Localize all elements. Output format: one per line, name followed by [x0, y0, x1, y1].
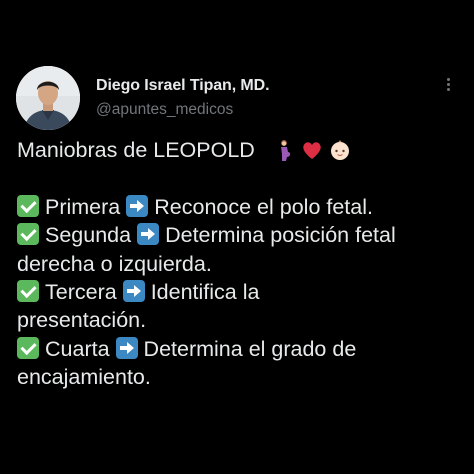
check-mark-icon	[17, 223, 39, 246]
right-arrow-icon	[122, 280, 145, 303]
item-text: Identifica la	[150, 280, 260, 305]
pregnant-woman-icon	[280, 140, 290, 161]
item-text: Determina el grado de	[143, 336, 357, 361]
item-label: Primera	[45, 194, 121, 219]
avatar-photo	[16, 66, 80, 130]
list-item: Segunda Determina posición fetal	[17, 221, 467, 249]
avatar[interactable]	[16, 66, 80, 130]
red-heart-icon	[303, 142, 321, 159]
item-text: Reconoce el polo fetal.	[154, 194, 373, 219]
tweet-body: Maniobras de LEOPOLD Primera Reconoce el …	[17, 136, 467, 392]
item-label: Tercera	[45, 280, 117, 305]
item-text-continuation: presentación.	[17, 308, 147, 333]
right-arrow-icon	[137, 223, 160, 246]
list-item: Tercera Identifica la	[17, 278, 467, 306]
tweet-title: Maniobras de LEOPOLD	[17, 138, 255, 162]
item-text-continuation: derecha o izquierda.	[17, 251, 212, 276]
right-arrow-icon	[126, 194, 149, 217]
tweet-card: Diego Israel Tipan, MD. @apuntes_medicos…	[0, 0, 474, 474]
author-handle[interactable]: @apuntes_medicos	[96, 101, 233, 119]
author-name[interactable]: Diego Israel Tipan, MD.	[96, 77, 270, 95]
item-text: Determina posición fetal	[165, 223, 396, 248]
more-options-icon[interactable]	[440, 76, 456, 98]
check-mark-icon	[17, 194, 39, 217]
tweet-title-line: Maniobras de LEOPOLD	[17, 136, 467, 164]
right-arrow-icon	[115, 336, 138, 359]
list-item: Primera Reconoce el polo fetal.	[17, 193, 467, 221]
check-mark-icon	[17, 336, 39, 359]
item-label: Segunda	[45, 223, 132, 248]
item-label: Cuarta	[45, 336, 110, 361]
baby-face-icon	[330, 140, 349, 160]
item-text-continuation: encajamiento.	[17, 365, 151, 390]
check-mark-icon	[17, 280, 39, 303]
list-item: Cuarta Determina el grado de	[17, 335, 467, 363]
